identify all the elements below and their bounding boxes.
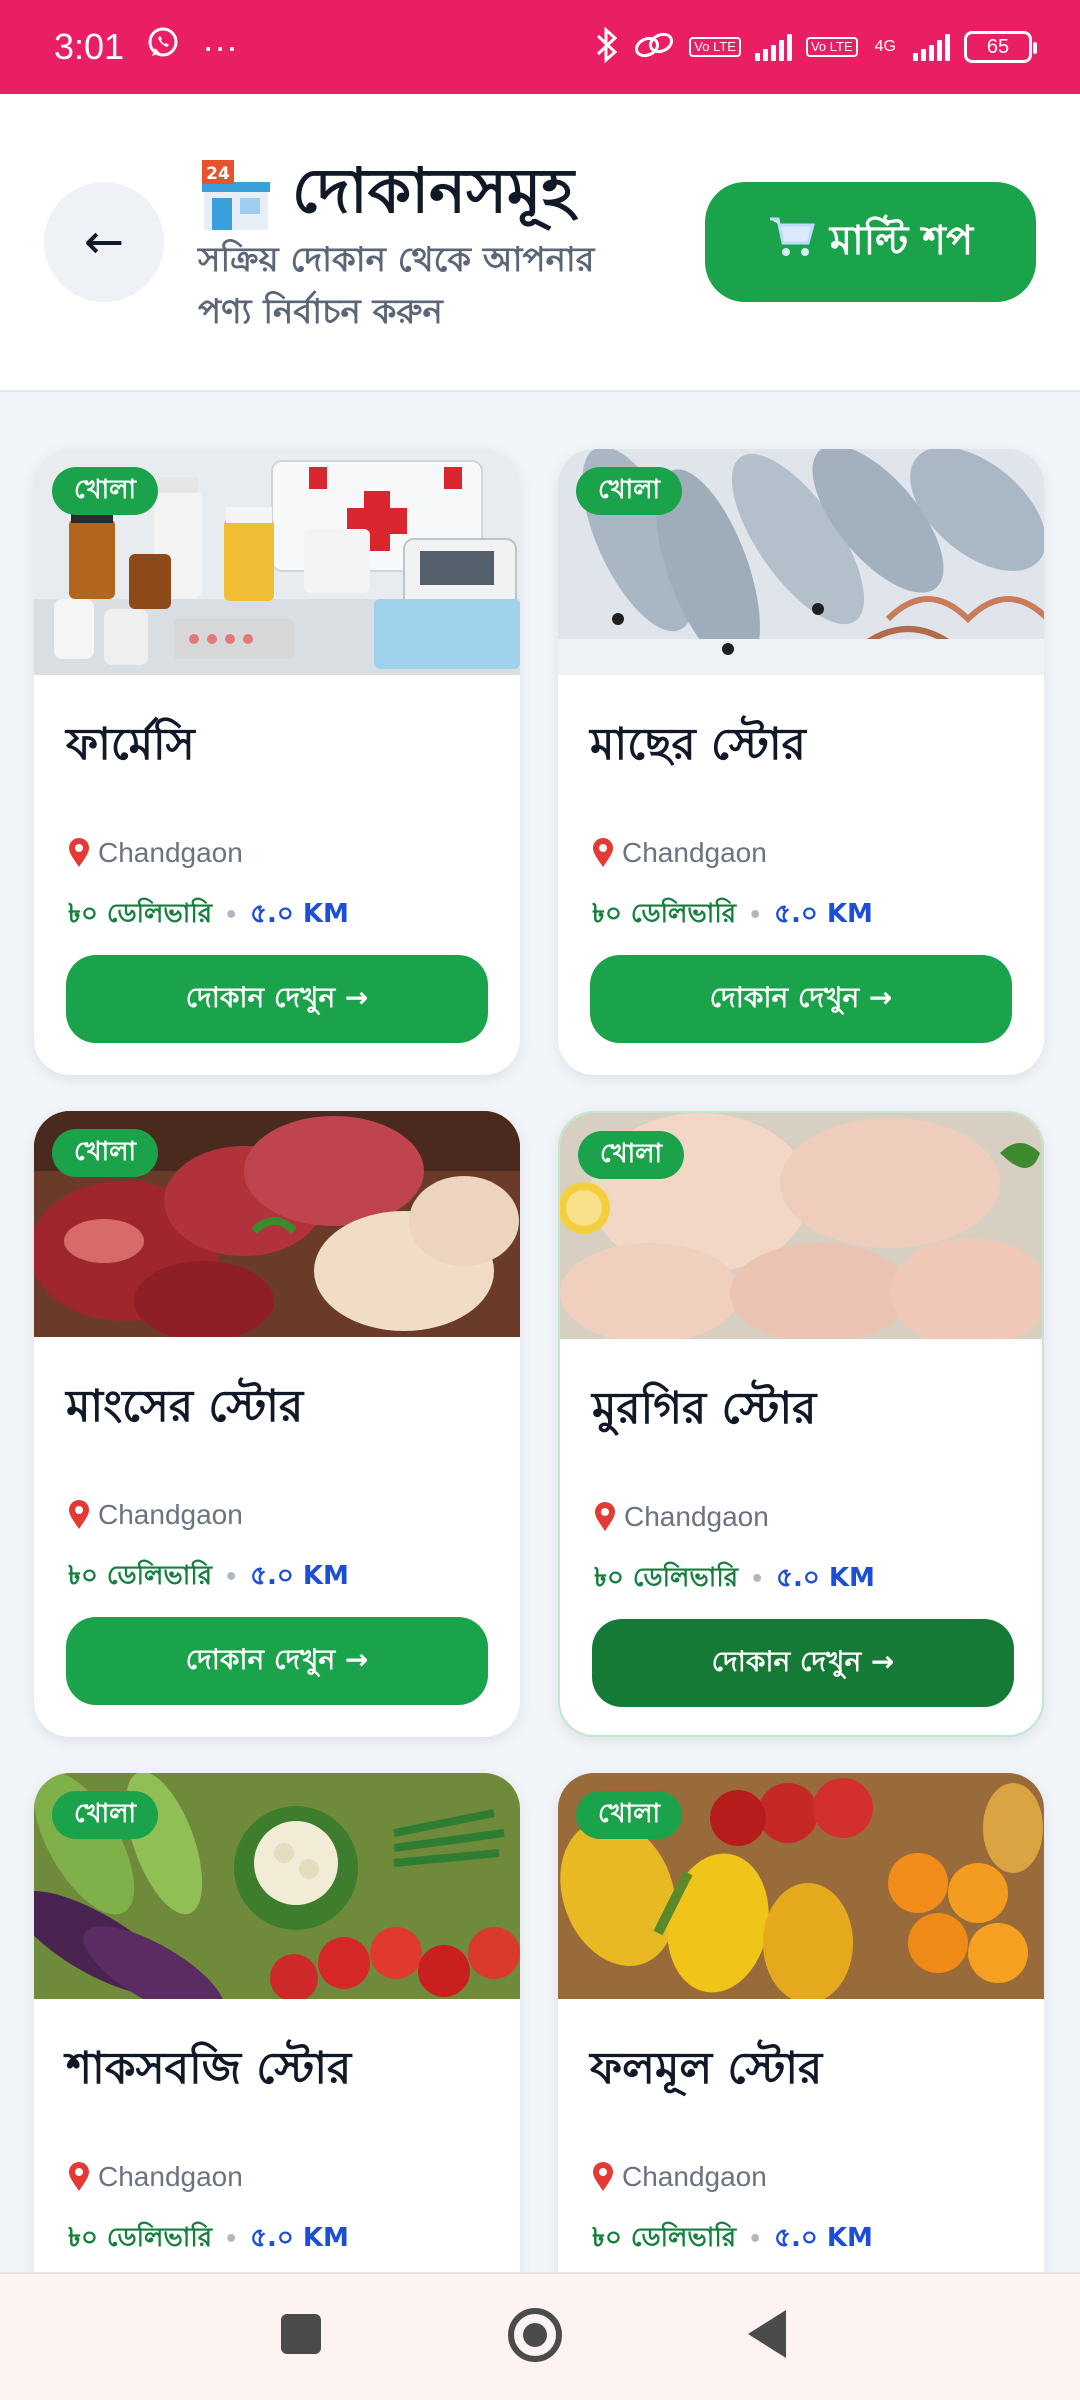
volte-icon: Vo LTE xyxy=(689,37,741,57)
raw-chicken-image: খোলা xyxy=(560,1113,1042,1339)
page-subtitle: সক্রিয় দোকান থেকে আপনার পণ্য নির্বাচন ক… xyxy=(198,240,595,332)
map-pin-icon xyxy=(592,2162,614,2192)
view-store-button[interactable]: দোকান দেখুন → xyxy=(590,955,1012,1043)
store-location: Chandgaon xyxy=(68,1499,243,1531)
store-name: ফলমূল স্টোর xyxy=(590,2043,823,2094)
back-triangle-icon[interactable] xyxy=(748,2310,786,2358)
multi-shop-button[interactable]: মাল্টি শপ xyxy=(705,182,1036,302)
view-store-button[interactable]: দোকান দেখুন → xyxy=(592,1619,1014,1707)
raw-meat-image: খোলা xyxy=(34,1111,520,1337)
status-badge: খোলা xyxy=(576,467,683,515)
signal-strength-icon-2 xyxy=(913,33,950,61)
delivery-fee: ৳০ ডেলিভারি xyxy=(68,1561,213,1591)
status-badge: খোলা xyxy=(578,1131,685,1179)
store-location: Chandgaon xyxy=(592,2161,767,2193)
separator-dot: • xyxy=(224,902,239,928)
multi-shop-label: মাল্টি শপ xyxy=(829,217,974,264)
delivery-fee: ৳০ ডেলিভারি xyxy=(594,1563,739,1593)
volte-icon-2: Vo LTE xyxy=(805,37,858,57)
arrow-left-icon: ← xyxy=(83,214,125,270)
store-meta: ৳০ ডেলিভারি • ৫.০ KM xyxy=(68,1555,349,1599)
system-nav-bar xyxy=(0,2272,1080,2400)
store-card-chicken[interactable]: খোলা মুরগির স্টোর Chandgaon ৳০ ডেলিভারি … xyxy=(558,1111,1044,1737)
distance: ৫.০ KM xyxy=(776,1563,875,1593)
view-store-button[interactable]: দোকান দেখুন → xyxy=(66,1617,488,1705)
delivery-fee: ৳০ ডেলিভারি xyxy=(592,2223,737,2253)
store-name: ফার্মেসি xyxy=(66,719,195,770)
store-meta: ৳০ ডেলিভারি • ৫.০ KM xyxy=(68,893,349,937)
delivery-fee: ৳০ ডেলিভারি xyxy=(68,899,213,929)
pharmacy-supplies-image: খোলা xyxy=(34,449,520,675)
store-card-pharmacy[interactable]: খোলা ফার্মেসি Chandgaon ৳০ ডেলিভারি • ৫.… xyxy=(34,449,520,1075)
location-label: Chandgaon xyxy=(98,2161,243,2192)
store-meta: ৳০ ডেলিভারি • ৫.০ KM xyxy=(592,2217,873,2261)
map-pin-icon xyxy=(592,838,614,868)
store-location: Chandgaon xyxy=(68,837,243,869)
status-badge: খোলা xyxy=(576,1791,683,1839)
bluetooth-icon xyxy=(595,26,619,68)
network-4g-icon: 4G xyxy=(874,38,896,55)
back-button[interactable]: ← xyxy=(44,182,164,302)
view-store-button[interactable]: দোকান দেখুন → xyxy=(66,955,488,1043)
location-label: Chandgaon xyxy=(98,837,243,868)
separator-dot: • xyxy=(748,2226,763,2252)
fish-on-ice-image: খোলা xyxy=(558,449,1044,675)
map-pin-icon xyxy=(68,838,90,868)
separator-dot: • xyxy=(748,902,763,928)
separator-dot: • xyxy=(224,2226,239,2252)
store-card-fish[interactable]: খোলা মাছের স্টোর Chandgaon ৳০ ডেলিভারি •… xyxy=(558,449,1044,1075)
location-label: Chandgaon xyxy=(624,1501,769,1532)
delivery-fee: ৳০ ডেলিভারি xyxy=(68,2223,213,2253)
separator-dot: • xyxy=(750,1566,765,1592)
map-pin-icon xyxy=(68,2162,90,2192)
store-name: মাছের স্টোর xyxy=(590,719,806,770)
distance: ৫.০ KM xyxy=(250,1561,349,1591)
distance: ৫.০ KM xyxy=(250,2223,349,2253)
store-name: মুরগির স্টোর xyxy=(592,1383,817,1434)
svg-text:24: 24 xyxy=(206,164,230,184)
whatsapp-icon xyxy=(146,26,180,69)
store-meta: ৳০ ডেলিভারি • ৫.০ KM xyxy=(594,1557,875,1601)
hotspot-link-icon xyxy=(633,30,675,64)
status-badge: খোলা xyxy=(52,467,159,515)
shopping-cart-icon xyxy=(768,215,816,269)
store-meta: ৳০ ডেলিভারি • ৫.০ KM xyxy=(68,2217,349,2261)
status-bar: 3:01 ··· Vo LTE Vo LTE 4G 65 xyxy=(0,0,1080,94)
separator-dot: • xyxy=(224,1564,239,1590)
store-card-meat[interactable]: খোলা মাংসের স্টোর Chandgaon ৳০ ডেলিভারি … xyxy=(34,1111,520,1737)
location-label: Chandgaon xyxy=(622,2161,767,2192)
map-pin-icon xyxy=(68,1500,90,1530)
distance: ৫.০ KM xyxy=(774,2223,873,2253)
vegetables-image: খোলা xyxy=(34,1773,520,1999)
map-pin-icon xyxy=(594,1502,616,1532)
store-location: Chandgaon xyxy=(592,837,767,869)
status-badge: খোলা xyxy=(52,1791,159,1839)
recent-apps-icon[interactable] xyxy=(281,2314,321,2354)
distance: ৫.০ KM xyxy=(774,899,873,929)
title-row: 24 দোকানসমূহ xyxy=(198,144,574,247)
status-badge: খোলা xyxy=(52,1129,159,1177)
fruits-image: খোলা xyxy=(558,1773,1044,1999)
store-name: মাংসের স্টোর xyxy=(66,1381,304,1432)
store-location: Chandgaon xyxy=(594,1501,769,1533)
status-time: 3:01 xyxy=(54,26,125,67)
location-label: Chandgaon xyxy=(622,837,767,868)
store-meta: ৳০ ডেলিভারি • ৫.০ KM xyxy=(592,893,873,937)
distance: ৫.০ KM xyxy=(250,899,349,929)
delivery-fee: ৳০ ডেলিভারি xyxy=(592,899,737,929)
page-header: ← 24 দোকানসমূহ সক্রিয় দোকান থেকে আপনার … xyxy=(0,94,1080,392)
location-label: Chandgaon xyxy=(98,1499,243,1530)
signal-strength-icon xyxy=(754,33,792,61)
battery-icon: 65 xyxy=(964,31,1037,63)
store-name: শাকসবজি স্টোর xyxy=(66,2043,352,2094)
home-icon[interactable] xyxy=(508,2308,562,2362)
store-location: Chandgaon xyxy=(68,2161,243,2193)
status-more-icon: ··· xyxy=(202,26,239,67)
convenience-store-24-icon: 24 xyxy=(198,159,274,232)
page-title: দোকানসমূহ xyxy=(292,154,575,227)
